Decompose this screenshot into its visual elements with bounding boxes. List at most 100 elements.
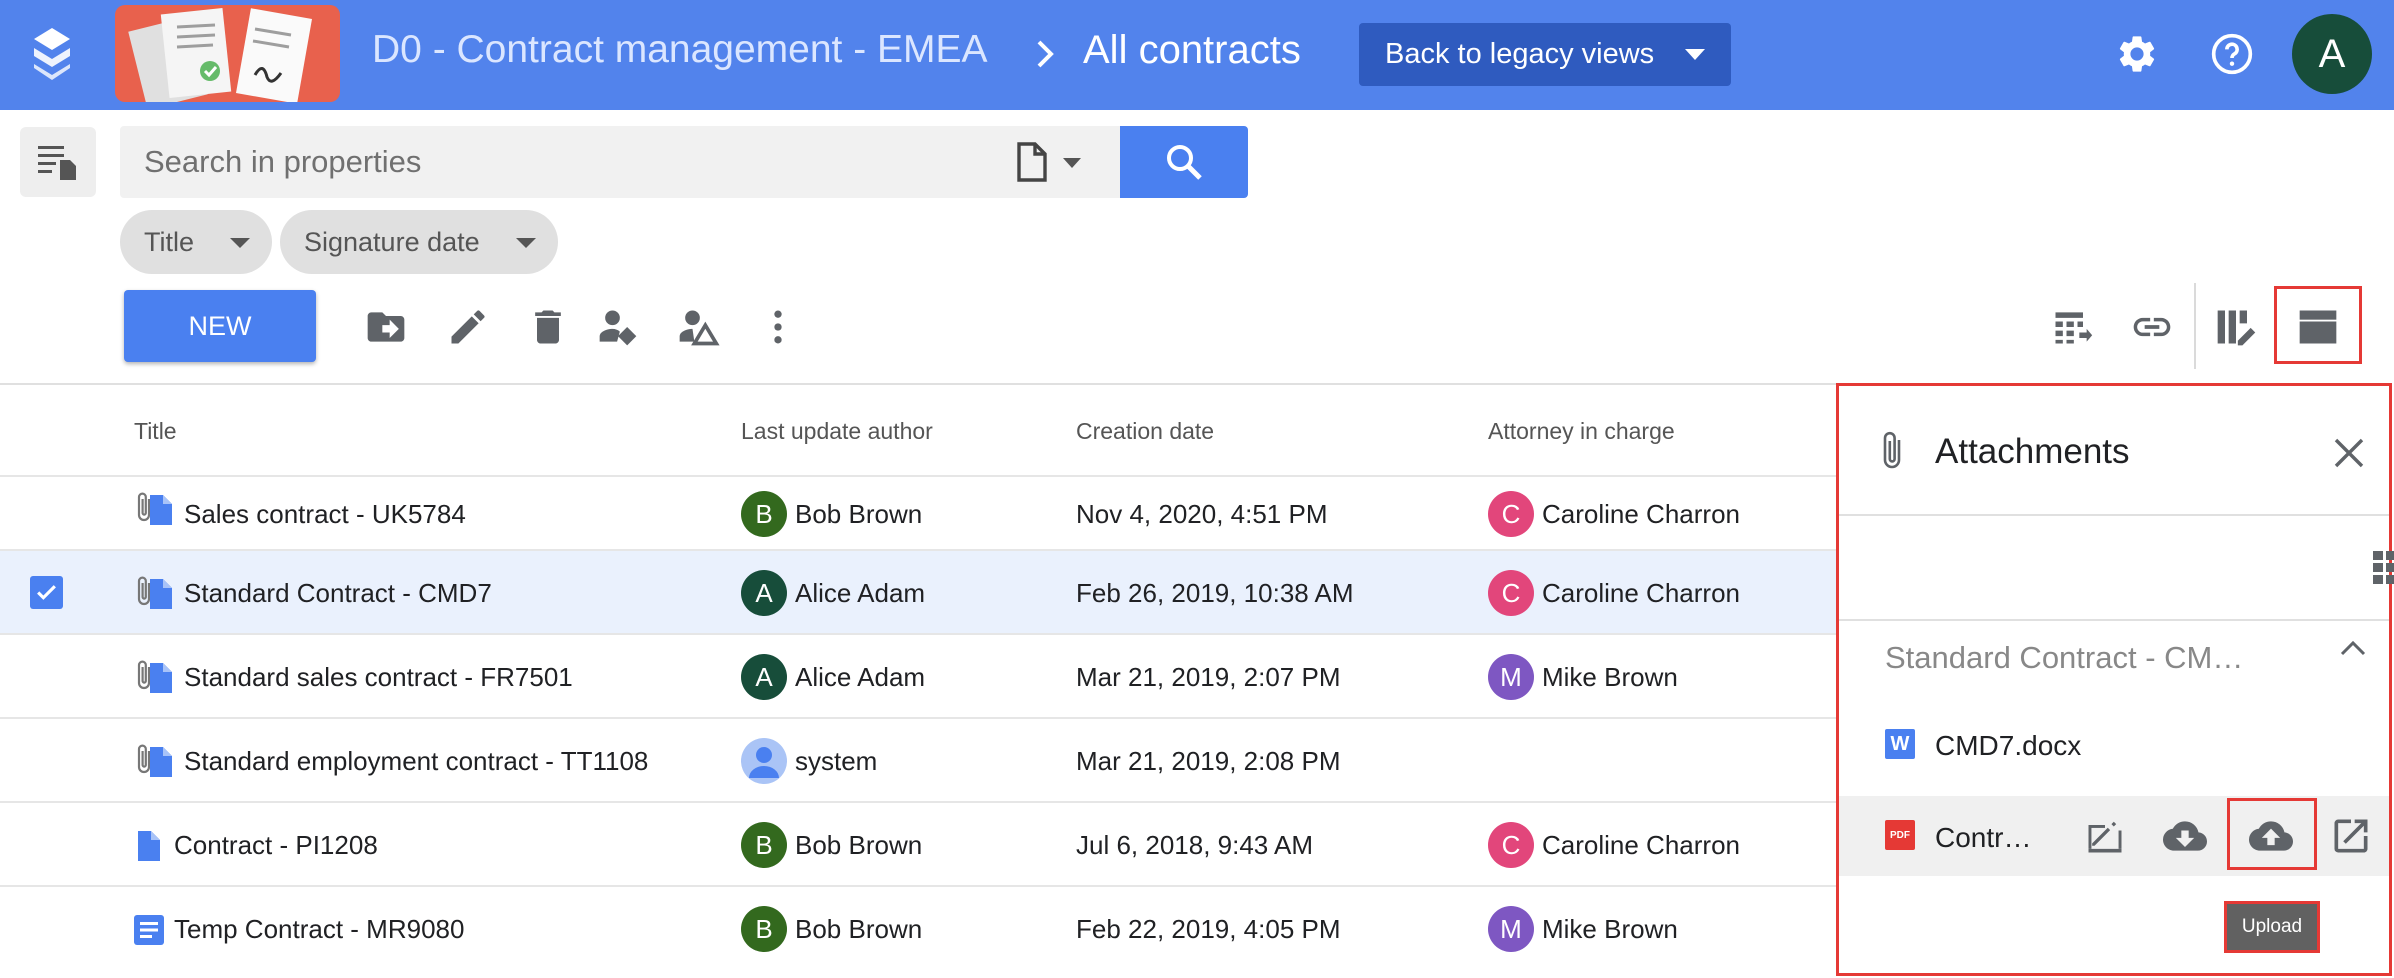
close-icon[interactable] <box>2332 436 2366 470</box>
back-to-legacy-views-button[interactable]: Back to legacy views <box>1359 23 1731 86</box>
table-row[interactable]: Standard employment contract - TT1108 sy… <box>0 717 1836 801</box>
author-name: system <box>795 745 878 776</box>
row-title[interactable]: Contract - PI1208 <box>174 803 378 887</box>
upload-icon[interactable] <box>2249 814 2293 858</box>
filter-chip-signature-date[interactable]: Signature date <box>280 210 558 274</box>
share-user-icon[interactable] <box>676 305 720 349</box>
contracts-table: Title Last update author Creation date A… <box>0 383 1836 978</box>
row-title[interactable]: Temp Contract - MR9080 <box>174 887 464 971</box>
filter-chip-label: Title <box>144 226 195 257</box>
row-title[interactable]: Standard Contract - CMD7 <box>184 551 492 635</box>
column-header-last-update-author[interactable]: Last update author <box>741 418 933 445</box>
assign-user-icon[interactable] <box>596 305 640 349</box>
row-title[interactable]: Standard employment contract - TT1108 <box>184 719 648 803</box>
avatar: A <box>741 570 787 616</box>
row-created: Mar 21, 2019, 2:07 PM <box>1076 661 1341 692</box>
pdf-file-icon: PDF <box>1885 820 1915 850</box>
attachment-file-row[interactable]: PDF Contr… <box>1839 796 2389 876</box>
link-icon[interactable] <box>2130 305 2174 349</box>
user-avatar[interactable]: A <box>2292 14 2372 94</box>
grid-view-icon[interactable] <box>2373 549 2394 585</box>
attorney-name: Mike Brown <box>1542 913 1678 944</box>
row-author: A Alice Adam <box>741 551 925 635</box>
caret-down-icon <box>1063 158 1081 168</box>
app-header: D0 - Contract management - EMEA All cont… <box>0 0 2394 110</box>
row-created: Nov 4, 2020, 4:51 PM <box>1076 498 1328 529</box>
row-author: B Bob Brown <box>741 887 922 971</box>
more-vert-icon[interactable] <box>756 305 800 349</box>
table-row[interactable]: Contract - PI1208 B Bob Brown Jul 6, 201… <box>0 801 1836 885</box>
search-input[interactable] <box>144 126 994 198</box>
table-row[interactable]: Standard sales contract - FR7501 A Alice… <box>0 633 1836 717</box>
annotate-icon[interactable] <box>2083 814 2127 858</box>
toolbar-divider <box>2194 283 2196 369</box>
avatar: M <box>1488 906 1534 952</box>
open-external-icon[interactable] <box>2329 814 2373 858</box>
edit-icon[interactable] <box>446 305 490 349</box>
word-file-icon: W <box>1885 729 1915 759</box>
side-panel-toggle-highlight <box>2274 286 2362 364</box>
avatar: A <box>741 654 787 700</box>
help-icon[interactable] <box>2210 32 2254 76</box>
panel-divider <box>1839 619 2389 621</box>
search-button[interactable] <box>1120 126 1248 198</box>
delete-icon[interactable] <box>526 305 570 349</box>
attorney-name: Caroline Charron <box>1542 829 1740 860</box>
new-document-button[interactable]: NEW <box>124 290 316 362</box>
document-icon <box>138 831 160 861</box>
avatar: C <box>1488 491 1534 537</box>
check-icon <box>37 585 56 600</box>
attachment-file-row[interactable]: W CMD7.docx <box>1839 706 2389 782</box>
author-name: Alice Adam <box>795 577 926 608</box>
filter-chip-title[interactable]: Title <box>120 210 272 274</box>
row-title[interactable]: Sales contract - UK5784 <box>184 477 466 551</box>
row-attorney: C Caroline Charron <box>1488 551 1740 635</box>
system-avatar-icon <box>741 738 787 784</box>
panel-title: Attachments <box>1935 432 2130 471</box>
author-name: Bob Brown <box>795 498 923 529</box>
table-divider <box>0 383 1836 385</box>
column-header-title[interactable]: Title <box>134 418 177 445</box>
paperclip-icon <box>1883 431 1901 469</box>
row-created: Feb 26, 2019, 10:38 AM <box>1076 577 1354 608</box>
toggle-left-panel-button[interactable] <box>20 127 96 197</box>
row-created: Jul 6, 2018, 9:43 AM <box>1076 829 1314 860</box>
table-row[interactable]: Sales contract - UK5784 B Bob Brown Nov … <box>0 475 1836 549</box>
caret-down-icon <box>1685 49 1705 60</box>
row-title[interactable]: Standard sales contract - FR7501 <box>184 635 573 719</box>
app-logo-icon[interactable] <box>24 26 80 82</box>
row-attorney: C Caroline Charron <box>1488 477 1740 551</box>
avatar: M <box>1488 654 1534 700</box>
row-checkbox[interactable] <box>30 576 63 609</box>
column-header-creation-date[interactable]: Creation date <box>1076 418 1214 445</box>
avatar: C <box>1488 822 1534 868</box>
attachments-panel: Attachments Standard Contract - CM… W CM… <box>1836 383 2394 976</box>
document-type-filter[interactable] <box>1005 140 1115 184</box>
author-name: Bob Brown <box>795 913 923 944</box>
document-icon <box>150 747 172 777</box>
download-icon[interactable] <box>2163 814 2207 858</box>
breadcrumb-workspace[interactable]: D0 - Contract management - EMEA <box>372 28 988 72</box>
row-attorney: C Caroline Charron <box>1488 803 1740 887</box>
document-icon <box>150 495 172 525</box>
document-icon <box>150 663 172 693</box>
legacy-button-label: Back to legacy views <box>1385 38 1655 70</box>
column-header-attorney[interactable]: Attorney in charge <box>1488 418 1675 445</box>
page-title: All contracts <box>1083 28 1301 72</box>
settings-gear-icon[interactable] <box>2115 32 2159 76</box>
attorney-name: Mike Brown <box>1542 661 1678 692</box>
avatar: B <box>741 906 787 952</box>
author-name: Bob Brown <box>795 829 923 860</box>
attachment-file-name[interactable]: Contr… <box>1935 822 2031 854</box>
table-row[interactable]: Temp Contract - MR9080 B Bob Brown Feb 2… <box>0 885 1836 969</box>
attachment-file-name[interactable]: CMD7.docx <box>1935 730 2081 762</box>
move-to-folder-icon[interactable] <box>364 305 408 349</box>
row-attorney: M Mike Brown <box>1488 635 1678 719</box>
author-name: Alice Adam <box>795 661 926 692</box>
table-row[interactable]: Standard Contract - CMD7 A Alice Adam Fe… <box>0 549 1836 633</box>
export-table-icon[interactable] <box>2050 305 2094 349</box>
document-icon <box>1017 142 1047 182</box>
chevron-up-icon[interactable] <box>2339 638 2367 658</box>
edit-columns-icon[interactable] <box>2214 305 2258 349</box>
filter-chip-label: Signature date <box>304 226 480 257</box>
